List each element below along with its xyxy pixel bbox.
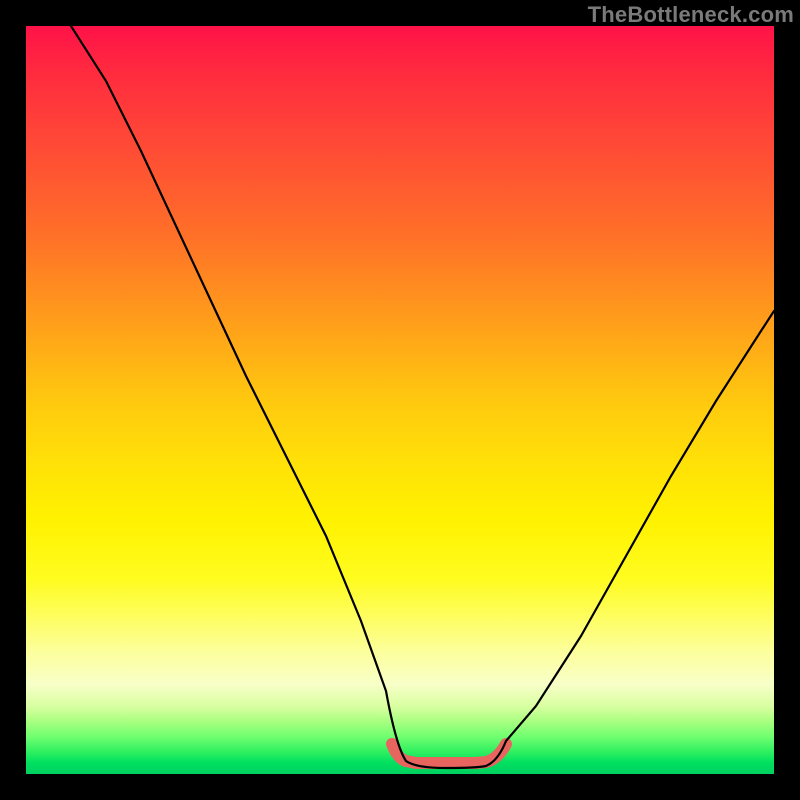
plot-area xyxy=(26,26,774,774)
chart-svg xyxy=(26,26,774,774)
v-curve-line xyxy=(71,26,774,768)
floor-highlight xyxy=(392,744,506,763)
chart-frame: TheBottleneck.com xyxy=(0,0,800,800)
watermark-text: TheBottleneck.com xyxy=(588,2,794,28)
